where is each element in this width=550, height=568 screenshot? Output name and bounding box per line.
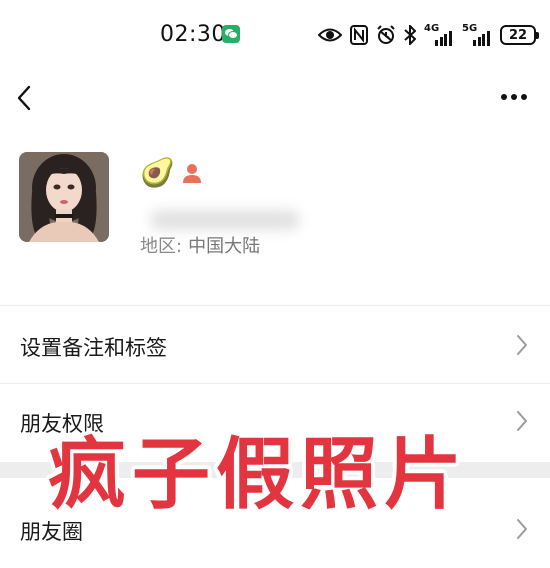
nfc-icon — [350, 25, 368, 45]
chevron-right-icon — [517, 335, 527, 355]
chevron-left-icon[interactable] — [14, 84, 34, 112]
region-info: 地区: 中国大陆 — [140, 232, 260, 258]
avatar-photo — [19, 152, 109, 242]
signal-4g-icon: 4G — [424, 24, 454, 46]
more-dots-icon[interactable] — [500, 92, 528, 102]
region-label: 地区: — [140, 236, 183, 257]
nickname-emoji: 🥑 — [140, 156, 175, 189]
menu-item-remark-tags[interactable]: 设置备注和标签 — [0, 308, 550, 384]
region-value: 中国大陆 — [188, 236, 261, 257]
status-time: 02:30 — [160, 22, 226, 47]
battery-level: 22 — [508, 27, 528, 43]
battery-icon: 22 — [500, 25, 539, 45]
overlay-caption: 疯子假照片 — [48, 430, 469, 520]
avatar[interactable] — [19, 152, 109, 242]
wechat-icon — [222, 25, 240, 43]
status-icons: 4G 5G 22 — [318, 22, 539, 48]
signal-5g-icon: 5G — [462, 24, 492, 46]
nav-bar — [0, 70, 550, 126]
status-bar: 02:30 4G 5G 22 — [0, 0, 550, 70]
alarm-icon — [377, 25, 395, 44]
person-icon — [183, 164, 201, 183]
wechat-id-blurred — [140, 206, 310, 234]
menu-item-label: 设置备注和标签 — [20, 336, 167, 360]
divider — [0, 305, 550, 306]
eye-icon — [318, 28, 342, 42]
bluetooth-icon — [404, 25, 416, 45]
